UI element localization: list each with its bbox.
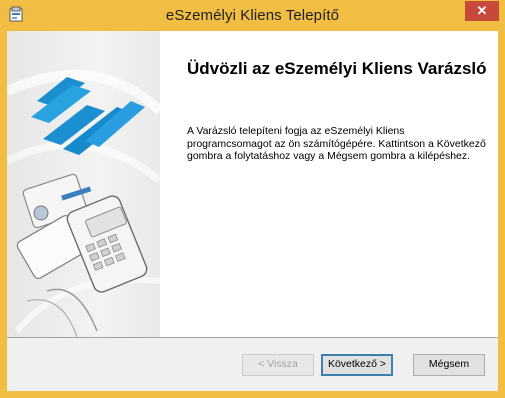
close-button[interactable]: ✕	[465, 1, 499, 21]
next-button[interactable]: Következő >	[321, 354, 393, 376]
wizard-description: A Varázsló telepíteni fogja az eSzemélyi…	[187, 125, 486, 162]
wizard-heading: Üdvözli az eSzemélyi Kliens Varázsló	[187, 59, 487, 78]
close-icon: ✕	[476, 3, 488, 18]
back-button[interactable]: < Vissza	[242, 354, 314, 376]
wizard-button-bar: < Vissza Következő > Mégsem	[7, 337, 498, 391]
title-bar[interactable]: eSzemélyi Kliens Telepítő ✕	[0, 0, 505, 31]
wizard-client-area: Üdvözli az eSzemélyi Kliens Varázsló A V…	[7, 31, 498, 391]
installer-window: eSzemélyi Kliens Telepítő ✕ Üdvözli az e…	[0, 0, 505, 398]
window-title: eSzemélyi Kliens Telepítő	[165, 7, 340, 24]
wizard-content: Üdvözli az eSzemélyi Kliens Varázsló A V…	[160, 31, 498, 337]
cancel-button[interactable]: Mégsem	[413, 354, 485, 376]
wizard-side-banner	[7, 31, 160, 337]
